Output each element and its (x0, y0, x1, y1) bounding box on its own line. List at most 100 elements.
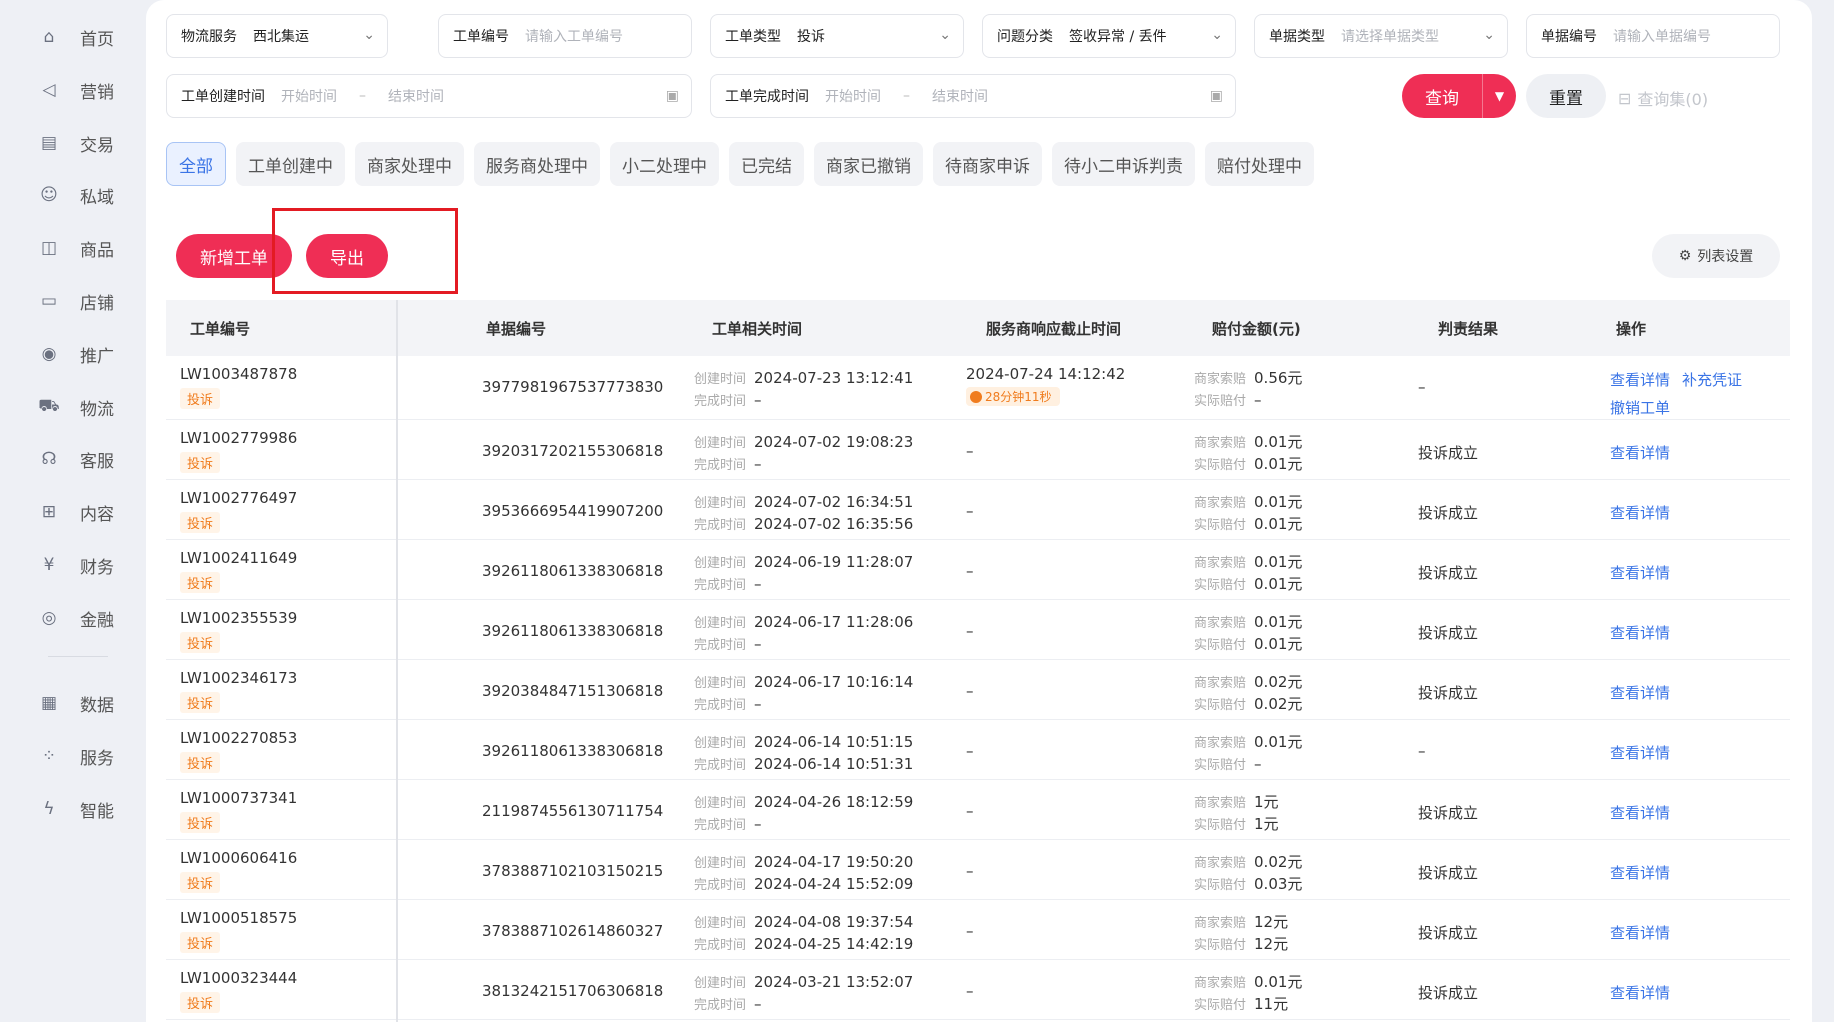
created-value: 2024-04-26 18:12:59 (754, 793, 914, 811)
col-time: 工单相关时间 (712, 320, 803, 338)
claim-key: 商家索赔 (1194, 676, 1247, 691)
tab-8[interactable]: 待小二申诉判责 (1052, 142, 1195, 186)
created-key: 创建时间 (694, 976, 747, 991)
reset-button[interactable]: 重置 (1526, 74, 1606, 118)
type-tag: 投诉 (180, 452, 221, 473)
action-link-0[interactable]: 查看详情 (1610, 864, 1670, 882)
ticket-table: 工单编号 单据编号 工单相关时间 服务商响应截止时间 赔付金额(元) 判责结果 … (166, 300, 1790, 1022)
finished-range[interactable]: 工单完成时间 开始时间 – 结束时间 ▣ (710, 74, 1236, 118)
doc-number: 3920384847151306818 (482, 682, 664, 700)
table-row: LW1002776497 投诉 3953666954419907200 创建时间 202… (166, 480, 1790, 540)
actual-key: 实际赔付 (1194, 458, 1247, 473)
coin-icon: ◎ (41, 608, 57, 628)
actions: 查看详情 (1610, 862, 1682, 883)
tab-2[interactable]: 商家处理中 (355, 142, 464, 186)
sidebar-item-7[interactable]: ⛟ 物流 (38, 392, 114, 422)
sidebar-item-6[interactable]: ◉ 推广 (38, 339, 114, 369)
sidebar-item-5[interactable]: ▭ 店铺 (38, 286, 114, 316)
issue-select[interactable]: 问题分类 签收异常 / 丢件 ⌄ (982, 14, 1236, 58)
action-link-0[interactable]: 查看详情 (1610, 504, 1670, 522)
sidebar-item-1[interactable]: ◁ 营销 (38, 75, 114, 105)
sidebar-item-11[interactable]: ◎ 金融 (38, 603, 114, 633)
action-link-0[interactable]: 查看详情 (1610, 744, 1670, 762)
ticket-type-select[interactable]: 工单类型 投诉 ⌄ (710, 14, 964, 58)
finished-value: 2024-06-14 10:51:31 (754, 755, 914, 773)
column-settings-button[interactable]: ⚙ 列表设置 (1652, 234, 1780, 278)
actual-value: – (1254, 391, 1262, 409)
sidebar-item-9[interactable]: ⊞ 内容 (38, 497, 114, 527)
created-range[interactable]: 工单创建时间 开始时间 – 结束时间 ▣ (166, 74, 692, 118)
tab-6[interactable]: 商家已撤销 (814, 142, 923, 186)
claim-value: 0.02元 (1254, 853, 1303, 871)
chevron-down-icon[interactable]: ▼ (1483, 89, 1516, 103)
ticket-times: 创建时间 2024-06-14 10:51:15 完成时间 2024-06-14 10… (694, 732, 913, 776)
sidebar-item-3[interactable]: ☺ 私域 (38, 180, 114, 210)
claim-line: 商家索赔 0.01元 (1194, 732, 1302, 754)
created-label: 工单创建时间 (181, 89, 265, 105)
chart-icon: ▦ (40, 693, 58, 713)
action-link-0[interactable]: 查看详情 (1610, 804, 1670, 822)
type-tag: 投诉 (180, 872, 221, 893)
action-link-0[interactable]: 查看详情 (1610, 371, 1670, 389)
sidebar-item-2[interactable]: ▤ 交易 (38, 128, 114, 158)
actual-line: 实际赔付 0.02元 (1194, 694, 1302, 716)
tab-0[interactable]: 全部 (166, 142, 226, 186)
ticket-id: LW1000518575 (180, 909, 298, 927)
claim-line: 商家索赔 12元 (1194, 912, 1288, 934)
issue-label: 问题分类 (997, 29, 1053, 45)
created-key: 创建时间 (694, 736, 747, 751)
query-button[interactable]: 查询 ▼ (1402, 74, 1516, 118)
amounts: 商家索赔 0.02元 实际赔付 0.03元 (1194, 852, 1302, 896)
query-set-button[interactable]: ⊟ 查询集(0) (1618, 86, 1708, 110)
sidebar-item-12[interactable]: ▦ 数据 (38, 688, 114, 718)
action-link-0[interactable]: 查看详情 (1610, 444, 1670, 462)
tab-5[interactable]: 已完结 (729, 142, 804, 186)
col-result: 判责结果 (1438, 320, 1499, 338)
logistics-label: 物流服务 (181, 29, 237, 45)
ticket-type-label: 工单类型 (725, 29, 781, 45)
sidebar-item-8[interactable]: ☊ 客服 (38, 444, 114, 474)
sidebar-item-13[interactable]: ⁘ 服务 (38, 741, 114, 771)
finished-line: 完成时间 2024-06-14 10:51:31 (694, 754, 913, 776)
claim-line: 商家索赔 0.01元 (1194, 972, 1302, 994)
col-doc-no: 单据编号 (486, 320, 547, 338)
sidebar-item-14[interactable]: ϟ 智能 (38, 794, 114, 824)
tab-7[interactable]: 待商家申诉 (933, 142, 1042, 186)
doc-no-placeholder: 请输入单据编号 (1613, 29, 1711, 45)
claim-value: 12元 (1254, 913, 1289, 931)
sidebar-item-label: 财务 (80, 557, 114, 578)
sidebar-item-label: 数据 (80, 695, 114, 716)
export-button[interactable]: 导出 (306, 234, 388, 278)
deadline-value: – (966, 802, 974, 820)
sidebar-item-4[interactable]: ◫ 商品 (38, 233, 114, 263)
claim-key: 商家索赔 (1194, 556, 1247, 571)
action-link-0[interactable]: 查看详情 (1610, 924, 1670, 942)
action-link-2[interactable]: 撤销工单 (1610, 399, 1670, 417)
finished-value: 2024-04-24 15:52:09 (754, 875, 914, 893)
logistics-select[interactable]: 物流服务 西北集运 ⌄ (166, 14, 388, 58)
tab-4[interactable]: 小二处理中 (610, 142, 719, 186)
finished-value: – (754, 391, 762, 409)
doc-type-select[interactable]: 单据类型 请选择单据类型 ⌄ (1254, 14, 1508, 58)
action-link-0[interactable]: 查看详情 (1610, 984, 1670, 1002)
created-value: 2024-06-17 11:28:06 (754, 613, 914, 631)
new-ticket-button[interactable]: 新增工单 (176, 234, 292, 278)
tab-3[interactable]: 服务商处理中 (474, 142, 600, 186)
doc-no-input[interactable]: 单据编号 请输入单据编号 (1526, 14, 1780, 58)
result: – (1418, 742, 1426, 760)
actual-value: 1元 (1254, 815, 1279, 833)
tab-9[interactable]: 赔付处理中 (1205, 142, 1314, 186)
claim-key: 商家索赔 (1194, 976, 1247, 991)
action-link-0[interactable]: 查看详情 (1610, 684, 1670, 702)
logistics-value: 西北集运 (253, 29, 309, 45)
sidebar-item-0[interactable]: ⌂ 首页 (38, 22, 114, 52)
sidebar-item-10[interactable]: ¥ 财务 (38, 550, 114, 580)
action-link-1[interactable]: 补充凭证 (1682, 371, 1742, 389)
claim-value: 0.01元 (1254, 733, 1303, 751)
action-link-0[interactable]: 查看详情 (1610, 624, 1670, 642)
deadline-value: – (966, 862, 974, 880)
ticket-no-input[interactable]: 工单编号 请输入工单编号 (438, 14, 692, 58)
type-tag: 投诉 (180, 752, 221, 773)
action-link-0[interactable]: 查看详情 (1610, 564, 1670, 582)
tab-1[interactable]: 工单创建中 (236, 142, 345, 186)
